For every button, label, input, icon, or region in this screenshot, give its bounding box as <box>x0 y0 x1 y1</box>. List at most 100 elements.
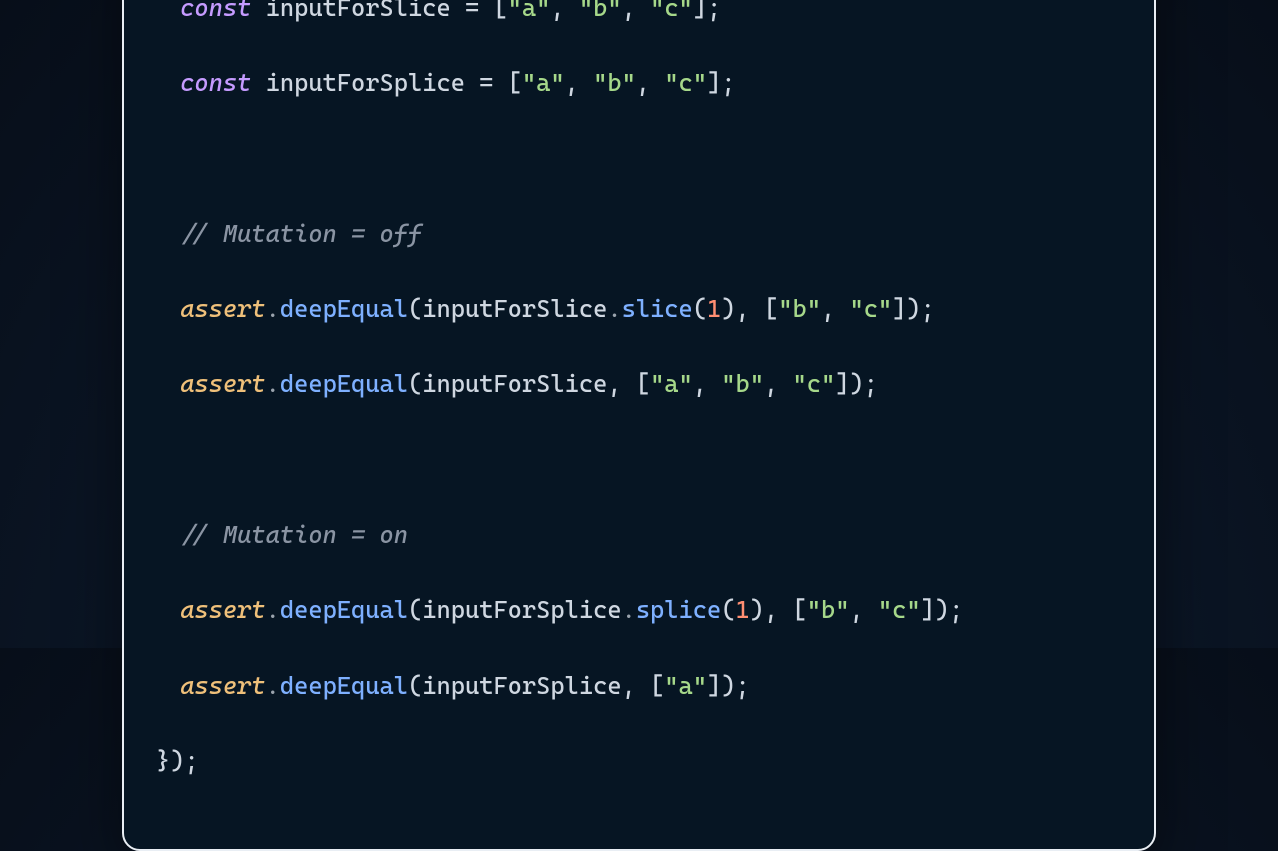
token-string: "a" <box>664 671 707 700</box>
token-punc: ) <box>849 369 863 398</box>
token-bracket: [ <box>636 369 650 398</box>
code-line: // Mutation = on <box>156 516 1122 554</box>
token-identifier: inputForSlice <box>422 294 607 323</box>
token-string: "b" <box>579 0 622 22</box>
token-punc: , <box>736 294 764 323</box>
token-punc: ( <box>408 595 422 624</box>
token-dot: . <box>607 294 621 323</box>
code-line: assert.deepEqual(inputForSlice.slice(1),… <box>156 290 1122 328</box>
code-line: assert.deepEqual(inputForSplice, ["a"]); <box>156 667 1122 705</box>
token-bracket: ] <box>892 294 906 323</box>
token-punc: , <box>849 595 877 624</box>
token-method: slice <box>622 294 693 323</box>
token-method: deepEqual <box>280 369 408 398</box>
token-object: assert <box>180 671 265 700</box>
token-dot: . <box>266 595 280 624</box>
token-number: 1 <box>707 294 721 323</box>
token-eq: = <box>465 68 508 97</box>
token-punc: , <box>550 0 578 22</box>
token-semi: ; <box>864 369 878 398</box>
token-identifier: inputForSplice <box>422 671 621 700</box>
token-method: deepEqual <box>280 671 408 700</box>
token-dot: . <box>266 369 280 398</box>
token-string: "c" <box>792 369 835 398</box>
token-string-c: "c" <box>849 294 892 323</box>
token-object: assert <box>180 595 265 624</box>
token-bracket: [ <box>508 68 522 97</box>
token-punc: ( <box>721 595 735 624</box>
token-bracket: ] <box>835 369 849 398</box>
token-punc: , <box>607 369 635 398</box>
token-semi: ; <box>721 68 735 97</box>
token-punc: ( <box>693 294 707 323</box>
token-dot: . <box>266 671 280 700</box>
token-comment: // Mutation = off <box>180 219 422 248</box>
token-bracket: ] <box>707 68 721 97</box>
token-identifier: inputForSplice <box>266 68 465 97</box>
token-punc: , <box>764 369 792 398</box>
token-string: "a" <box>650 369 693 398</box>
token-space <box>251 68 265 97</box>
token-method: deepEqual <box>280 595 408 624</box>
token-punc: ) <box>935 595 949 624</box>
token-dot: . <box>266 294 280 323</box>
token-method: splice <box>636 595 721 624</box>
code-line: }); <box>156 742 1122 780</box>
code-blank-line <box>156 139 1122 177</box>
token-semi: ; <box>921 294 935 323</box>
code-block: test("with one arg", (assert) => { const… <box>152 0 1126 817</box>
token-punc: , <box>764 595 792 624</box>
token-bracket: ] <box>693 0 707 22</box>
token-string: "a" <box>508 0 551 22</box>
token-punc: ) <box>750 595 764 624</box>
token-punc: , <box>693 369 721 398</box>
token-method: deepEqual <box>280 294 408 323</box>
token-string: "b" <box>778 294 821 323</box>
token-semi: ; <box>949 595 963 624</box>
token-punc: , <box>622 671 650 700</box>
token-object: assert <box>180 369 265 398</box>
token-comment: // Mutation = on <box>180 520 408 549</box>
token-close: }); <box>156 746 199 775</box>
token-bracket: [ <box>792 595 806 624</box>
token-bracket: ] <box>921 595 935 624</box>
token-semi: ; <box>707 0 721 22</box>
token-identifier: inputForSplice <box>422 595 621 624</box>
token-punc: ) <box>906 294 920 323</box>
token-punc: ) <box>721 294 735 323</box>
token-string: "b" <box>593 68 636 97</box>
token-punc: ) <box>721 671 735 700</box>
token-object: assert <box>180 294 265 323</box>
code-line: assert.deepEqual(inputForSlice, ["a", "b… <box>156 365 1122 403</box>
token-bracket: [ <box>650 671 664 700</box>
token-eq: = <box>451 0 494 22</box>
code-line: const inputForSlice = ["a", "b", "c"]; <box>156 0 1122 26</box>
token-punc: , <box>622 0 650 22</box>
token-punc: , <box>565 68 593 97</box>
token-punc: ( <box>408 671 422 700</box>
token-string: "b" <box>721 369 764 398</box>
token-string: "c" <box>878 595 921 624</box>
token-keyword: const <box>180 0 251 22</box>
code-window: test("with one arg", (assert) => { const… <box>122 0 1156 851</box>
code-line: // Mutation = off <box>156 215 1122 253</box>
code-blank-line <box>156 441 1122 479</box>
token-punc: , <box>636 68 664 97</box>
token-string: "b" <box>807 595 850 624</box>
code-line: assert.deepEqual(inputForSplice.splice(1… <box>156 591 1122 629</box>
token-punc: ( <box>408 369 422 398</box>
token-string: "a" <box>522 68 565 97</box>
token-keyword: const <box>180 68 251 97</box>
token-string: "c" <box>664 68 707 97</box>
code-line: const inputForSplice = ["a", "b", "c"]; <box>156 64 1122 102</box>
token-number: 1 <box>735 595 749 624</box>
token-bracket: ] <box>707 671 721 700</box>
token-identifier: inputForSlice <box>266 0 451 22</box>
token-semi: ; <box>736 671 750 700</box>
token-space <box>251 0 265 22</box>
token-punc: ( <box>408 294 422 323</box>
token-string: "c" <box>650 0 693 22</box>
token-identifier: inputForSlice <box>422 369 607 398</box>
token-dot: . <box>622 595 636 624</box>
token-bracket: [ <box>493 0 507 22</box>
